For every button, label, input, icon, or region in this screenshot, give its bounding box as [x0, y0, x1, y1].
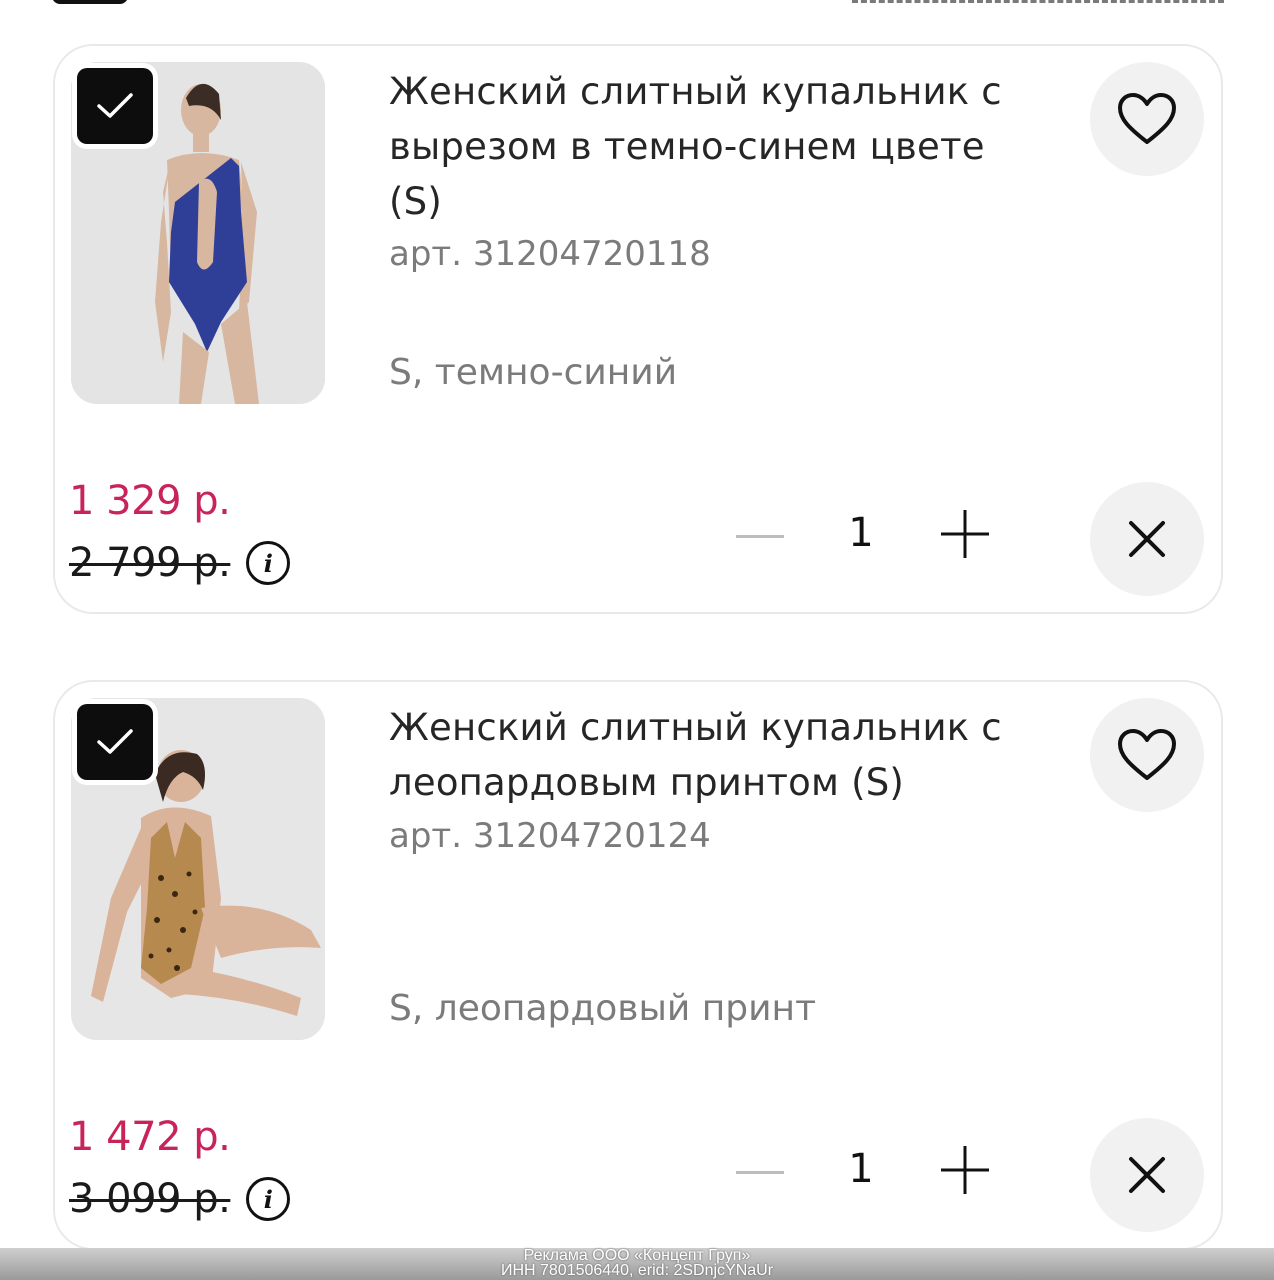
select-checkbox[interactable] — [77, 704, 153, 780]
quantity-decrease-button[interactable] — [735, 1148, 785, 1198]
close-icon — [1129, 521, 1165, 557]
heart-icon — [1118, 93, 1176, 144]
plus-icon — [941, 1146, 989, 1194]
plus-icon — [941, 510, 989, 558]
cart-item-card: Женский слитный купальник с вырезом в те… — [53, 44, 1223, 614]
old-price: 3 099 р. — [69, 1176, 231, 1222]
check-icon — [97, 729, 133, 754]
minus-icon — [736, 1171, 784, 1174]
info-icon[interactable]: i — [246, 541, 291, 585]
favorite-button[interactable] — [1090, 698, 1204, 812]
cart-item-card: Женский слитный купальник с леопардовым … — [53, 680, 1223, 1250]
old-price-row: 3 099 р. i — [69, 1176, 291, 1222]
remove-item-button[interactable] — [1090, 482, 1204, 596]
favorite-button[interactable] — [1090, 62, 1204, 176]
remove-item-button[interactable] — [1090, 1118, 1204, 1232]
ad-disclosure-bar: Реклама ООО «Концепт Груп» ИНН 780150644… — [0, 1248, 1274, 1280]
product-variant: S, темно-синий — [389, 352, 678, 393]
quantity-value: 1 — [848, 1146, 874, 1192]
product-title[interactable]: Женский слитный купальник с вырезом в те… — [389, 64, 1049, 229]
product-sku: арт. 31204720118 — [389, 234, 711, 274]
ad-disclosure-line: Реклама ООО «Концепт Груп» — [523, 1247, 751, 1264]
dashed-divider — [852, 0, 1224, 3]
quantity-decrease-button[interactable] — [735, 512, 785, 562]
product-title[interactable]: Женский слитный купальник с леопардовым … — [389, 700, 1049, 810]
old-price: 2 799 р. — [69, 540, 231, 586]
old-price-row: 2 799 р. i — [69, 540, 291, 586]
close-icon — [1129, 1157, 1165, 1193]
info-icon[interactable]: i — [246, 1177, 291, 1221]
ad-disclosure-line: ИНН 7801506440, erid: 2SDnjcYNaUr — [500, 1262, 774, 1279]
heart-icon — [1118, 729, 1176, 780]
product-variant: S, леопардовый принт — [389, 988, 817, 1029]
top-pill — [52, 0, 128, 4]
current-price: 1 472 р. — [69, 1114, 231, 1160]
check-icon — [97, 93, 133, 118]
minus-icon — [736, 535, 784, 538]
quantity-increase-button[interactable] — [939, 508, 991, 560]
quantity-value: 1 — [848, 510, 874, 556]
quantity-increase-button[interactable] — [939, 1144, 991, 1196]
select-checkbox[interactable] — [77, 68, 153, 144]
product-sku: арт. 31204720124 — [389, 816, 711, 856]
current-price: 1 329 р. — [69, 478, 231, 524]
